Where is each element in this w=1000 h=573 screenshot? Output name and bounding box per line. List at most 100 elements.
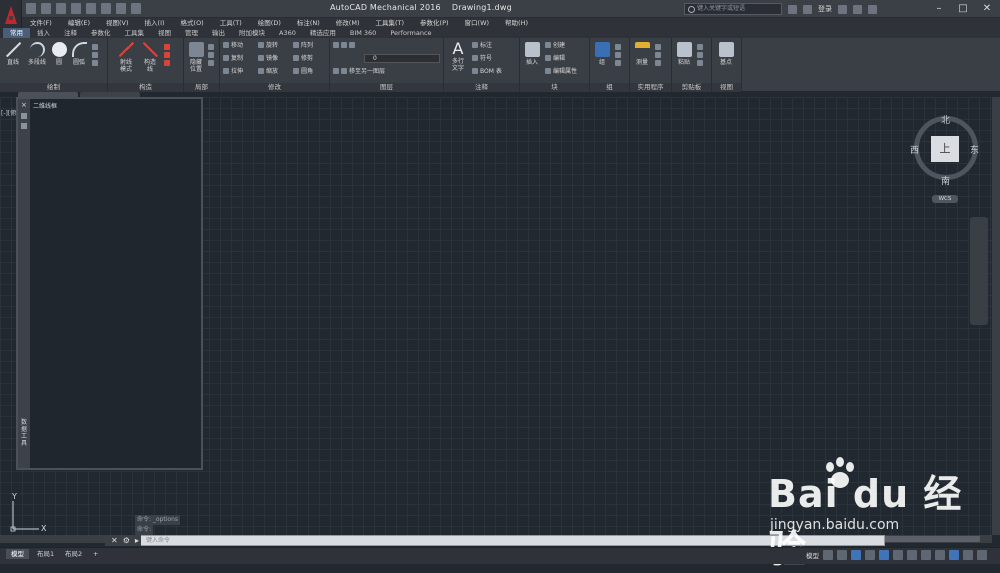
move-to-layer-button[interactable]: 移至另一图层: [333, 68, 385, 76]
menu-dimension[interactable]: 标注(N): [289, 18, 328, 28]
panel-title-construct[interactable]: 构造: [108, 83, 183, 92]
menu-file[interactable]: 文件(F): [22, 18, 60, 28]
mtext-button[interactable]: A 多行 文字: [448, 40, 468, 73]
tab-view[interactable]: 视图: [151, 28, 178, 38]
polar-icon[interactable]: [865, 550, 875, 560]
workspace-gear-icon[interactable]: [921, 550, 931, 560]
panel-title-layout[interactable]: 局部: [184, 83, 219, 92]
compass-north[interactable]: 北: [941, 113, 950, 126]
tab-performance[interactable]: Performance: [383, 28, 438, 38]
add-layout-button[interactable]: +: [88, 549, 103, 559]
plot-icon[interactable]: [86, 3, 96, 14]
utilities-more-tools[interactable]: [655, 44, 663, 68]
undo-icon[interactable]: [101, 3, 111, 14]
palette-side-strip[interactable]: × 数据工具: [18, 99, 30, 468]
viewcube-top-face[interactable]: 上: [931, 136, 959, 162]
draw-more-tools[interactable]: [92, 44, 100, 68]
hide-position-button[interactable]: 隐藏 位置: [186, 42, 206, 73]
tab-parametric[interactable]: 参数化: [84, 28, 118, 38]
panel-title-groups[interactable]: 组: [590, 83, 629, 92]
osnap-icon[interactable]: [879, 550, 889, 560]
minimize-button[interactable]: –: [928, 1, 950, 17]
construction-line-button[interactable]: 构造 线: [140, 42, 160, 73]
isolate-icon[interactable]: [935, 550, 945, 560]
close-button[interactable]: ✕: [976, 1, 998, 17]
ortho-icon[interactable]: [851, 550, 861, 560]
workspace-icon[interactable]: [131, 3, 141, 14]
fillet-button[interactable]: 圆角: [293, 68, 313, 76]
menu-format[interactable]: 格式(O): [173, 18, 212, 28]
fullscreen-icon[interactable]: [963, 550, 973, 560]
menu-edit[interactable]: 编辑(E): [60, 18, 98, 28]
save-as-icon[interactable]: [71, 3, 81, 14]
palette-properties-icon[interactable]: [21, 123, 27, 129]
tab-a360[interactable]: A360: [272, 28, 303, 38]
layout-tab-model[interactable]: 模型: [6, 549, 29, 559]
layout-more-tools[interactable]: [208, 44, 216, 68]
mirror-button[interactable]: 镜像: [258, 55, 278, 63]
tab-featured-apps[interactable]: 精选应用: [303, 28, 343, 38]
binoculars-icon[interactable]: [788, 4, 797, 14]
save-icon[interactable]: [56, 3, 66, 14]
stretch-button[interactable]: 拉伸: [223, 68, 243, 76]
menu-view[interactable]: 视图(V): [98, 18, 137, 28]
menu-insert[interactable]: 插入(I): [137, 18, 173, 28]
group-button[interactable]: 组: [593, 42, 611, 66]
array-button[interactable]: 阵列: [293, 42, 313, 50]
menu-parametric[interactable]: 参数化(P): [412, 18, 457, 28]
ray-mode-button[interactable]: 射线 模式: [116, 42, 136, 73]
panel-title-clipboard[interactable]: 剪贴板: [672, 83, 711, 92]
construct-more-tools[interactable]: [164, 44, 172, 68]
tool-palette[interactable]: × 数据工具 二维线框: [16, 97, 203, 470]
panel-title-layers[interactable]: 图层: [330, 83, 443, 92]
menu-draw[interactable]: 绘图(D): [250, 18, 289, 28]
measure-button[interactable]: 测量: [633, 42, 651, 66]
layout-tab-1[interactable]: 布局1: [32, 549, 59, 559]
layer-dropdown[interactable]: 0: [364, 54, 440, 63]
close-icon[interactable]: ✕: [111, 535, 118, 546]
line-button[interactable]: 直线: [4, 42, 22, 66]
clipboard-more-tools[interactable]: [697, 44, 705, 68]
snap-icon[interactable]: [837, 550, 847, 560]
group-more-tools[interactable]: [615, 44, 623, 68]
search-input[interactable]: 键入关键字或短语: [684, 3, 782, 15]
panel-title-utilities[interactable]: 实用程序: [630, 83, 671, 92]
help-icon[interactable]: [868, 4, 877, 14]
tab-annotate[interactable]: 注释: [57, 28, 84, 38]
compass-south[interactable]: 南: [941, 174, 950, 187]
panel-title-view[interactable]: 视图: [712, 83, 741, 92]
polyline-button[interactable]: 多段线: [26, 42, 48, 66]
close-icon[interactable]: ×: [21, 102, 27, 109]
user-icon[interactable]: [803, 4, 812, 14]
symbol-button[interactable]: 符号: [472, 55, 492, 63]
paste-button[interactable]: 粘贴: [675, 42, 693, 66]
tab-insert[interactable]: 插入: [30, 28, 57, 38]
tab-manage[interactable]: 管理: [178, 28, 205, 38]
open-file-icon[interactable]: [41, 3, 51, 14]
edit-attributes-button[interactable]: 编辑属性: [545, 68, 577, 76]
menu-help[interactable]: 帮助(H): [497, 18, 536, 28]
menu-window[interactable]: 窗口(W): [457, 18, 498, 28]
edit-block-button[interactable]: 编辑: [545, 55, 565, 63]
annotation-scale-icon[interactable]: [907, 550, 917, 560]
panel-title-modify[interactable]: 修改: [220, 83, 329, 92]
compass-west[interactable]: 西: [910, 143, 919, 156]
dimension-button[interactable]: 标注: [472, 42, 492, 50]
tab-bim360[interactable]: BIM 360: [343, 28, 383, 38]
new-file-icon[interactable]: [26, 3, 36, 14]
tab-toolsets[interactable]: 工具集: [118, 28, 152, 38]
arc-button[interactable]: 圆弧: [70, 42, 88, 66]
palette-option-icon[interactable]: [21, 113, 27, 119]
login-button[interactable]: 登录: [818, 4, 832, 14]
tab-addins[interactable]: 附加模块: [232, 28, 272, 38]
base-view-button[interactable]: 基点: [716, 42, 736, 66]
circle-button[interactable]: 圆: [52, 42, 67, 66]
panel-title-draw[interactable]: 绘制: [0, 83, 107, 92]
move-button[interactable]: 移动: [223, 42, 243, 50]
exchange-icon[interactable]: [838, 4, 847, 14]
layer-tools-row[interactable]: [333, 42, 357, 50]
scale-button[interactable]: 缩放: [258, 68, 278, 76]
wrench-icon[interactable]: ⚙: [123, 535, 130, 546]
tab-home[interactable]: 常用: [3, 28, 30, 38]
tab-output[interactable]: 输出: [205, 28, 232, 38]
